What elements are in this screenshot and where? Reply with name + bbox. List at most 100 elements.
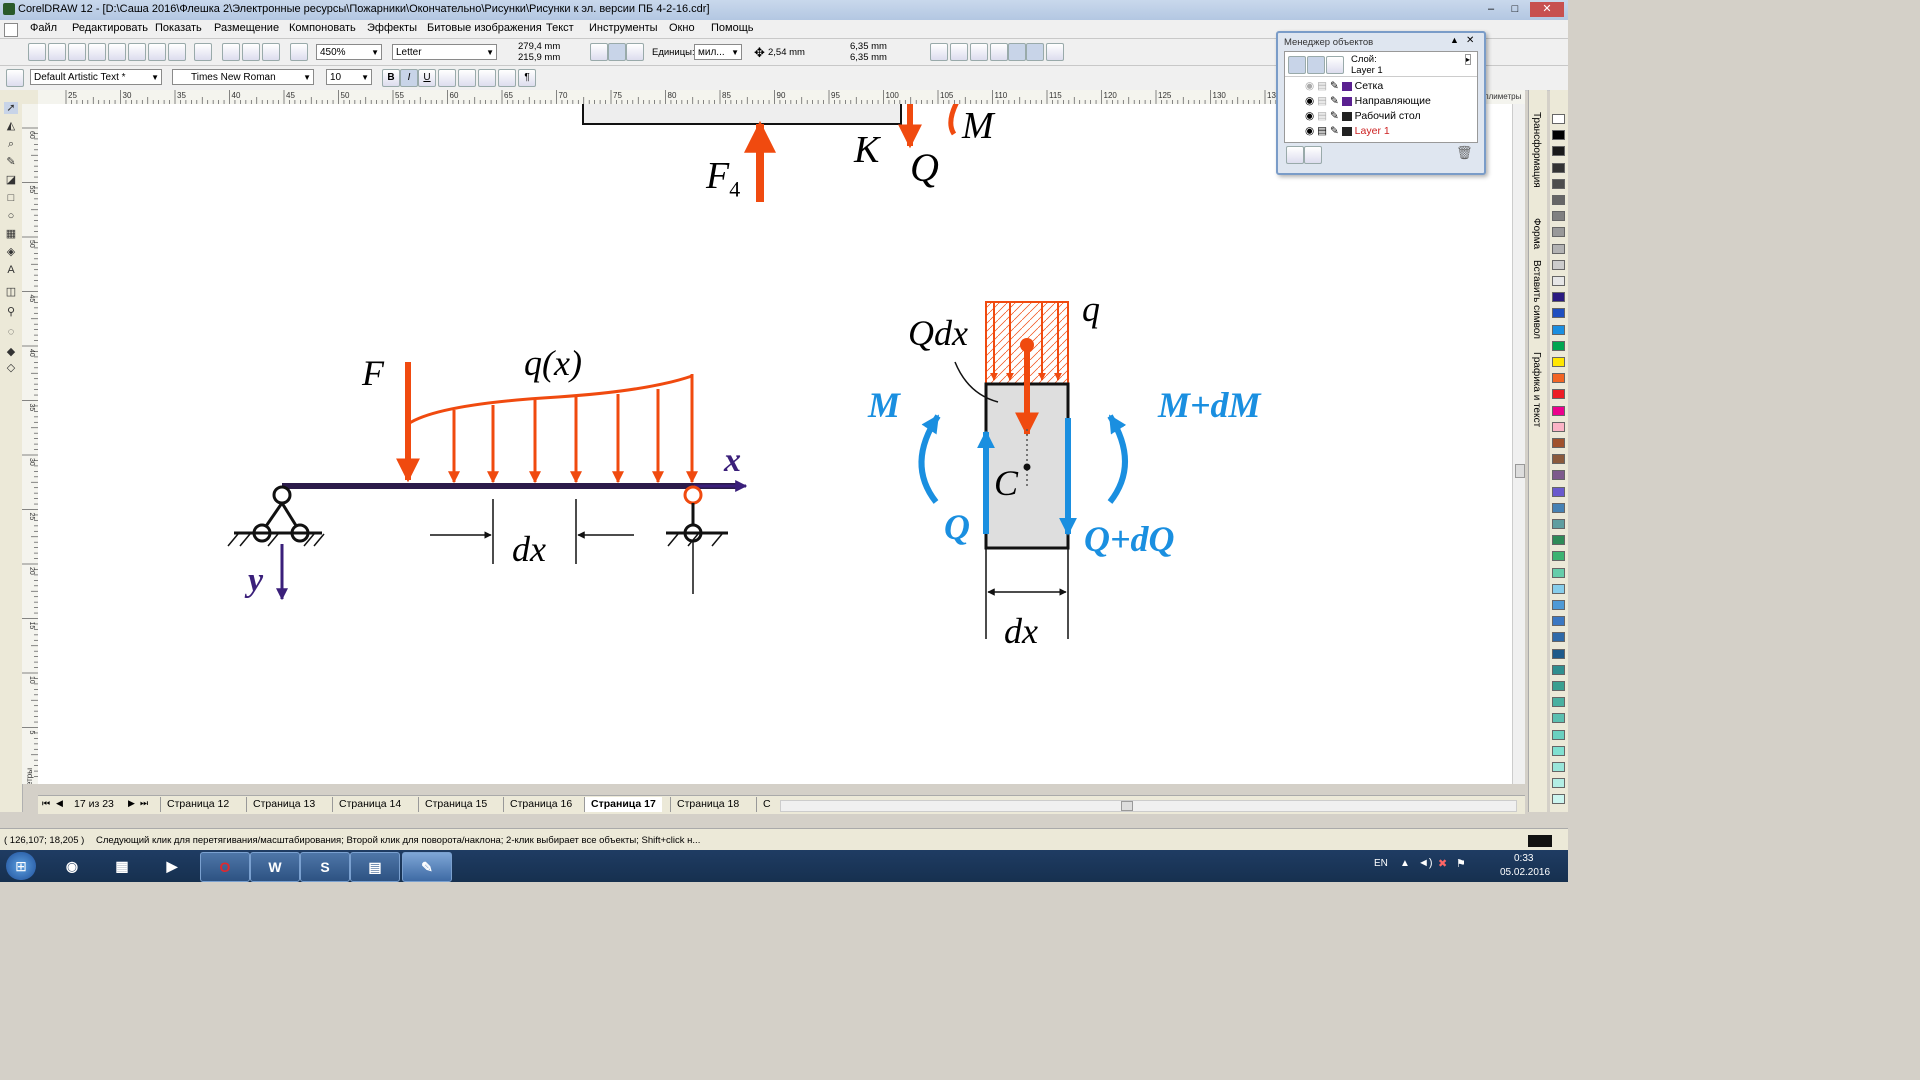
palette-swatch[interactable] [1552, 178, 1565, 189]
landscape-icon[interactable] [608, 43, 626, 61]
treat-as-filled-icon[interactable] [950, 43, 968, 61]
palette-swatch[interactable] [1552, 308, 1565, 319]
pencil-icon[interactable]: ✎ [1330, 110, 1339, 122]
rectangle-tool-icon[interactable]: □ [4, 192, 18, 204]
zoom-combo[interactable]: 450% ▼ [316, 44, 382, 60]
docker-tab-shape[interactable]: Форма [1531, 218, 1542, 249]
panel-menu-icon[interactable]: ▸ [1465, 54, 1472, 65]
palette-swatch[interactable] [1552, 551, 1565, 562]
redo-icon[interactable] [194, 43, 212, 61]
palette-swatch[interactable] [1552, 745, 1565, 756]
menu-effects[interactable]: Эффекты [367, 22, 417, 34]
page-height[interactable]: 215,9 mm [518, 52, 560, 63]
word-taskbar-icon[interactable]: W [250, 852, 300, 882]
coreldraw-taskbar-icon[interactable]: ✎ [402, 852, 452, 882]
minimize-button[interactable]: – [1480, 2, 1502, 17]
font-size-combo[interactable]: 10 ▼ [326, 69, 372, 85]
outline-color-indicator[interactable] [1528, 835, 1552, 847]
close-icon[interactable]: ✕ [1466, 35, 1474, 46]
pencil-icon[interactable]: ✎ [1330, 95, 1339, 107]
page-tab-16[interactable]: Страница 16 [503, 797, 578, 812]
show-properties-icon[interactable] [1288, 56, 1306, 74]
horizontal-scrollbar[interactable] [780, 800, 1517, 812]
application-launcher-icon[interactable] [262, 43, 280, 61]
palette-swatch[interactable] [1552, 648, 1565, 659]
palette-swatch[interactable] [1552, 421, 1565, 432]
palette-swatch[interactable] [1552, 130, 1565, 141]
opera-taskbar-icon[interactable]: O [200, 852, 250, 882]
printer-icon[interactable]: ▤ [1317, 110, 1327, 122]
next-page-button[interactable]: ▶ [128, 798, 135, 809]
palette-swatch[interactable] [1552, 162, 1565, 173]
language-indicator[interactable]: EN [1374, 858, 1388, 869]
pencil-icon[interactable]: ✎ [1330, 80, 1339, 92]
copy-icon[interactable] [128, 43, 146, 61]
vertical-ruler[interactable]: 60 55 50 45 40 35 30 25 20 15 10 5 миллиметры [22, 104, 39, 784]
layer-row-grid[interactable]: ◉ ▤ ✎ Сетка [1305, 80, 1383, 92]
first-page-button[interactable]: ⏮ [42, 798, 50, 809]
printer-icon[interactable]: ▤ [1317, 80, 1327, 92]
text-tool-icon[interactable] [6, 69, 24, 87]
cut-icon[interactable] [108, 43, 126, 61]
italic-button[interactable]: I [400, 69, 418, 87]
palette-swatch[interactable] [1552, 713, 1565, 724]
palette-swatch[interactable] [1552, 632, 1565, 643]
palette-swatch[interactable] [1552, 535, 1565, 546]
page-tab-17-active[interactable]: Страница 17 [584, 797, 662, 812]
show-properties-icon[interactable] [1026, 43, 1044, 61]
edit-across-layers-icon[interactable] [1307, 56, 1325, 74]
palette-swatch[interactable] [1552, 778, 1565, 789]
paste-icon[interactable] [148, 43, 166, 61]
options-icon[interactable] [1046, 43, 1064, 61]
vertical-scrollbar[interactable] [1512, 104, 1525, 784]
list-icon[interactable] [498, 69, 516, 87]
eye-icon[interactable]: ◉ [1305, 95, 1314, 107]
palette-swatch[interactable] [1552, 519, 1565, 529]
fill-tool-icon[interactable]: ◆ [4, 346, 18, 358]
eye-icon[interactable]: ◉ [1305, 125, 1314, 137]
eye-icon[interactable]: ◉ [1305, 110, 1314, 122]
last-page-button[interactable]: ⏭ [140, 798, 148, 809]
palette-swatch[interactable] [1552, 794, 1565, 805]
menu-layout[interactable]: Размещение [214, 22, 279, 34]
menu-view[interactable]: Показать [155, 22, 202, 34]
horizontal-scroll-thumb[interactable] [1121, 801, 1133, 811]
eyedropper-tool-icon[interactable]: ⚲ [4, 306, 18, 318]
shape-tool-icon[interactable]: ◭ [4, 120, 18, 132]
palette-swatch[interactable] [1552, 567, 1565, 578]
underline-button[interactable]: U [418, 69, 436, 87]
layer-row-layer1[interactable]: ◉ ▤ ✎ Layer 1 [1305, 125, 1390, 137]
palette-swatch[interactable] [1552, 146, 1565, 157]
ruler-corner[interactable] [22, 90, 39, 105]
save-icon[interactable] [68, 43, 86, 61]
basic-shapes-tool-icon[interactable]: ◈ [4, 246, 18, 258]
palette-swatch[interactable] [1552, 697, 1565, 708]
menu-text[interactable]: Текст [546, 22, 574, 34]
tray-expand-icon[interactable]: ▲ [1400, 858, 1410, 869]
interactive-fill-tool-icon[interactable]: ◇ [4, 362, 18, 374]
document-icon[interactable] [4, 23, 18, 37]
menu-help[interactable]: Помощь [711, 22, 754, 34]
layer-manager-view-icon[interactable] [1326, 56, 1344, 74]
calculator-taskbar-icon[interactable]: ▦ [98, 852, 146, 880]
printer-icon[interactable]: ▤ [1317, 125, 1327, 137]
portrait-icon[interactable] [590, 43, 608, 61]
open-icon[interactable] [48, 43, 66, 61]
layer-manager-view-icon[interactable] [990, 43, 1008, 61]
page-width[interactable]: 279,4 mm [518, 41, 560, 52]
interactive-blend-tool-icon[interactable]: ◫ [4, 286, 18, 298]
pencil-icon[interactable]: ✎ [1330, 125, 1339, 137]
page-tab-13[interactable]: Страница 13 [246, 797, 321, 812]
style-combo[interactable]: Default Artistic Text * ▼ [30, 69, 162, 85]
prev-page-button[interactable]: ◀ [56, 798, 63, 809]
nudge-distance[interactable]: 2,54 mm [768, 47, 805, 58]
palette-swatch[interactable] [1552, 470, 1565, 481]
docker-tab-graphics-text[interactable]: Графика и текст [1531, 352, 1542, 427]
menu-edit[interactable]: Редактировать [72, 22, 148, 34]
palette-swatch[interactable] [1552, 357, 1565, 367]
menu-bitmaps[interactable]: Битовые изображения [427, 22, 542, 34]
docker-tab-insert-symbol[interactable]: Вставить символ [1531, 260, 1542, 339]
new-icon[interactable] [28, 43, 46, 61]
zoom-tool-icon[interactable]: ⌕ [4, 138, 18, 150]
page-tab-15[interactable]: Страница 15 [418, 797, 493, 812]
